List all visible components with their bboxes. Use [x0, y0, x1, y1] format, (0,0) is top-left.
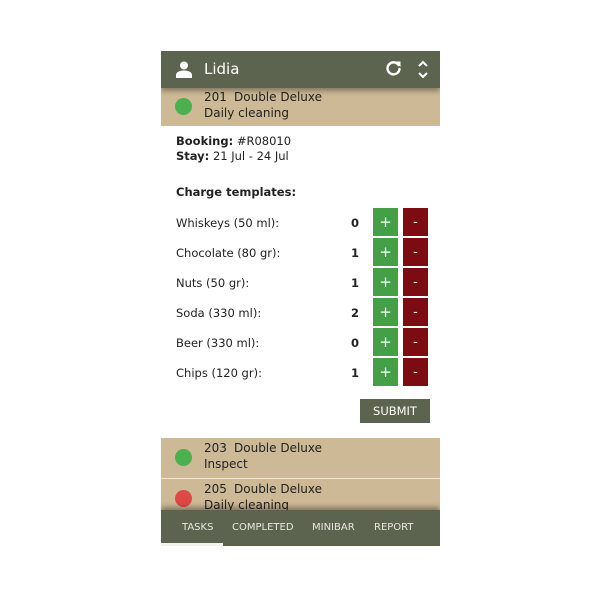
tab-completed[interactable]: COMPLETED — [232, 522, 294, 533]
room-item[interactable]: 201 Double Deluxe Daily cleaning — [161, 87, 440, 126]
charge-name: Whiskeys (50 ml): — [176, 216, 280, 230]
charge-name: Nuts (50 gr): — [176, 276, 250, 290]
tab-minibar[interactable]: MINIBAR — [312, 522, 355, 533]
charge-quantity: 1 — [350, 276, 359, 290]
charge-quantity: 0 — [350, 336, 359, 350]
stay-value: 21 Jul - 24 Jul — [212, 149, 289, 163]
room-task: Daily cleaning — [204, 106, 290, 120]
decrement-button[interactable]: - — [403, 268, 428, 296]
charge-name: Chocolate (80 gr): — [176, 246, 281, 260]
booking-info: Booking: #R08010 — [176, 134, 291, 148]
charge-name: Chips (120 gr): — [176, 366, 262, 380]
decrement-button[interactable]: - — [403, 208, 428, 236]
tab-report[interactable]: REPORT — [374, 522, 414, 533]
user-name: Lidia — [204, 60, 240, 78]
increment-button[interactable]: + — [373, 268, 398, 296]
room-item[interactable]: 203 Double Deluxe Inspect — [161, 438, 440, 478]
booking-value: #R08010 — [236, 134, 292, 148]
increment-button[interactable]: + — [373, 208, 398, 236]
increment-button[interactable]: + — [373, 238, 398, 266]
app-header: Lidia — [161, 51, 440, 88]
bottom-tab-bar: TASKS COMPLETED MINIBAR REPORT — [161, 510, 440, 546]
room-number: 203 — [204, 441, 227, 455]
decrement-button[interactable]: - — [403, 238, 428, 266]
expand-collapse-icon[interactable] — [417, 60, 429, 79]
booking-label: Booking: — [176, 134, 234, 148]
room-type: Double Deluxe — [234, 441, 323, 455]
submit-button[interactable]: SUBMIT — [360, 399, 430, 423]
charge-quantity: 1 — [350, 246, 359, 260]
status-indicator-green — [175, 449, 192, 466]
charge-name: Soda (330 ml): — [176, 306, 262, 320]
active-tab-indicator — [161, 543, 223, 546]
charge-templates-heading: Charge templates: — [176, 185, 297, 199]
charge-name: Beer (330 ml): — [176, 336, 260, 350]
refresh-icon[interactable] — [385, 60, 402, 77]
stay-info: Stay: 21 Jul - 24 Jul — [176, 149, 289, 163]
room-number: 205 — [204, 482, 227, 496]
decrement-button[interactable]: - — [403, 328, 428, 356]
charge-row: Beer (330 ml): 0 + - — [161, 328, 440, 358]
charge-row: Chocolate (80 gr): 1 + - — [161, 238, 440, 268]
decrement-button[interactable]: - — [403, 298, 428, 326]
room-type: Double Deluxe — [234, 90, 323, 104]
room-number: 201 — [204, 90, 227, 104]
increment-button[interactable]: + — [373, 298, 398, 326]
charge-row: Whiskeys (50 ml): 0 + - — [161, 208, 440, 238]
room-details: Booking: #R08010 Stay: 21 Jul - 24 Jul C… — [161, 126, 440, 438]
status-indicator-red — [175, 490, 192, 507]
charge-row: Nuts (50 gr): 1 + - — [161, 268, 440, 298]
charge-row: Chips (120 gr): 1 + - — [161, 358, 440, 388]
charge-quantity: 2 — [350, 306, 359, 320]
room-type: Double Deluxe — [234, 482, 323, 496]
status-indicator-green — [175, 98, 192, 115]
user-icon — [176, 61, 192, 78]
decrement-button[interactable]: - — [403, 358, 428, 386]
charge-quantity: 0 — [350, 216, 359, 230]
increment-button[interactable]: + — [373, 328, 398, 356]
charge-quantity: 1 — [350, 366, 359, 380]
increment-button[interactable]: + — [373, 358, 398, 386]
housekeeping-app: Lidia 201 Double Deluxe Daily cleaning B… — [161, 51, 440, 546]
stay-label: Stay: — [176, 149, 210, 163]
room-task: Inspect — [204, 457, 248, 471]
charge-row: Soda (330 ml): 2 + - — [161, 298, 440, 328]
tab-tasks[interactable]: TASKS — [182, 522, 213, 533]
